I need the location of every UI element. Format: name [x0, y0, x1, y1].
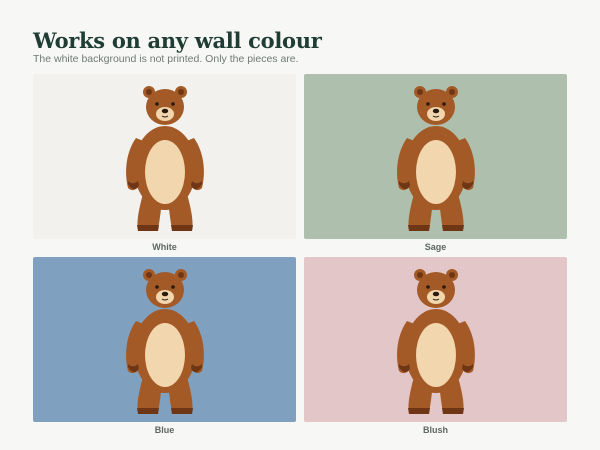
wall-swatch-blue: [33, 257, 296, 422]
swatch-label-blue: Blue: [154, 425, 175, 435]
page-subtitle: The white background is not printed. Onl…: [33, 53, 299, 65]
wall-swatch-blush: [304, 257, 567, 422]
swatch-label-white: White: [152, 242, 177, 252]
page-title: Works on any wall colour: [33, 28, 322, 53]
swatch-label-sage: Sage: [424, 242, 447, 252]
bear-icon: [126, 86, 204, 231]
bear-icon: [126, 269, 204, 414]
bear-icon: [397, 269, 475, 414]
bear-icon: [397, 86, 475, 231]
swatch-grid: White Sage Blue Blush: [33, 74, 567, 438]
wall-swatch-white: [33, 74, 296, 239]
swatch-label-blush: Blush: [422, 425, 448, 435]
wall-swatch-sage: [304, 74, 567, 239]
